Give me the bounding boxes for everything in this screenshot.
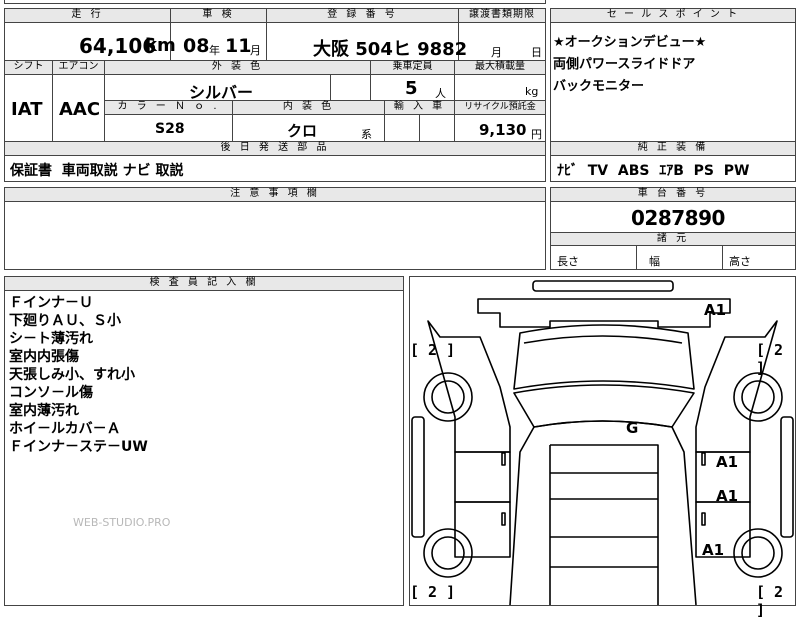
- damage-a1-top: A1: [704, 301, 727, 319]
- later-parts-value: 保証書 車両取説 ナビ 取説: [10, 163, 184, 179]
- max-load-header: 最大積載量: [455, 61, 545, 75]
- plate-value: 大阪 504ヒ 9882: [313, 39, 468, 60]
- inspector-note-3: シ－ト薄汚れ: [9, 331, 93, 347]
- chassis-value: 0287890: [631, 206, 725, 230]
- inspector-note-5: 天張しみ小、すれ小: [9, 367, 135, 383]
- inspection-header: 車 検: [171, 9, 267, 23]
- dims-width: 幅: [637, 246, 723, 269]
- damage-g: G: [626, 419, 639, 437]
- inspector-notes-header: 検 査 員 記 入 欄: [5, 277, 403, 291]
- int-color-cell: クロ 系: [233, 115, 385, 141]
- inspector-note-7: 室内薄汚れ: [9, 403, 79, 419]
- sales-point-2: 両側パワースライドドア: [553, 57, 696, 72]
- color-no-value: S28: [155, 121, 185, 137]
- dims-width-label: 幅: [649, 255, 660, 268]
- ext-color-header: 外 装 色: [105, 61, 371, 75]
- ac-value: AAC: [59, 99, 101, 120]
- recycle-unit: 円: [531, 128, 542, 141]
- shift-cell: IAT: [5, 75, 53, 141]
- notice-header: 注 意 事 項 欄: [5, 188, 545, 202]
- transfer-day: 日: [531, 46, 542, 59]
- top-strip: [4, 0, 546, 4]
- shift-value: IAT: [11, 99, 43, 120]
- inspection-month-unit: 月: [250, 44, 261, 57]
- inspection-cell: 08 年 11 月: [171, 23, 267, 61]
- max-load-unit: kg: [525, 85, 539, 98]
- sales-point-3: バックモニター: [553, 79, 645, 94]
- standard-equipment-header: 純 正 装 備: [551, 142, 795, 156]
- recycle-header: リサイクル預託金: [455, 101, 545, 115]
- plate-header: 登 録 番 号: [267, 9, 459, 23]
- int-color-value: クロ: [287, 122, 318, 140]
- sales-point-box: セ ー ル ス ポ イ ン ト ★オークションデビュー★ 両側パワースライドドア…: [550, 8, 796, 142]
- ext-color-value: シルバー: [189, 83, 254, 102]
- inspector-note-4: 室内内張傷: [9, 349, 79, 365]
- chassis-box: 車 台 番 号 0287890 諸 元 長さ 幅 高さ: [550, 187, 796, 270]
- color-no-header: カ ラ ー Ｎ ｏ .: [105, 101, 233, 115]
- chassis-header: 車 台 番 号: [551, 188, 795, 202]
- ac-cell: AAC: [53, 75, 105, 141]
- int-color-header: 内 装 色: [233, 101, 385, 115]
- sales-point-header: セ ー ル ス ポ イ ン ト: [551, 9, 795, 23]
- inspection-month: 11: [225, 35, 252, 57]
- recycle-cell: 9,130 円: [455, 115, 545, 141]
- ext-color-cell: シルバー: [105, 75, 331, 102]
- watermark: WEB-STUDIO.PRO: [73, 516, 171, 529]
- vehicle-info-table: 走 行 車 検 登 録 番 号 譲渡書類期限 64,106 km 08 年 11…: [4, 8, 546, 142]
- int-color-unit: 系: [361, 128, 372, 141]
- standard-equipment-value: ﾅﾋﾞ TV ABS ｴｱB PS PW: [557, 163, 750, 179]
- import-cell-b: [420, 115, 455, 141]
- standard-equipment-box: 純 正 装 備 ﾅﾋﾞ TV ABS ｴｱB PS PW: [550, 142, 796, 182]
- sales-point-1: ★オークションデビュー★: [553, 35, 707, 50]
- ext-color-extra-cell: [331, 75, 371, 101]
- bracket-top-right: [ 2 ]: [756, 341, 784, 377]
- car-diagram-box: A1 G A1 A1 A1 [ 2 ] [ 2 ] [ 2 ] [ 2 ]: [409, 276, 796, 619]
- later-parts-box: 後 日 発 送 部 品 保証書 車両取説 ナビ 取説: [4, 142, 546, 182]
- bracket-bottom-right: [ 2 ]: [756, 583, 784, 619]
- dims-length: 長さ: [551, 246, 637, 269]
- recycle-value: 9,130: [479, 121, 527, 139]
- dims-height: 高さ: [723, 246, 795, 269]
- capacity-unit: 人: [435, 87, 446, 100]
- capacity-header: 乗車定員: [371, 61, 455, 75]
- max-load-cell: kg: [455, 75, 545, 101]
- mileage-header: 走 行: [5, 9, 171, 23]
- import-cell-a: [385, 115, 420, 141]
- notice-box: 注 意 事 項 欄: [4, 187, 546, 270]
- transfer-month: 月: [491, 46, 502, 59]
- bracket-bottom-left: [ 2 ]: [410, 583, 456, 601]
- plate-cell: 大阪 504ヒ 9882: [267, 23, 467, 61]
- car-outline-diagram: [411, 280, 794, 605]
- color-no-cell: S28: [105, 115, 233, 141]
- import-header: 輸 入 車: [385, 101, 455, 115]
- ac-header: エアコン: [53, 61, 105, 75]
- bracket-top-left: [ 2 ]: [410, 341, 456, 359]
- damage-a1-bottom: A1: [702, 541, 725, 559]
- dims-height-label: 高さ: [729, 255, 751, 268]
- dims-header: 諸 元: [551, 232, 795, 246]
- dims-length-label: 長さ: [557, 255, 579, 268]
- capacity-cell: 5 人: [371, 75, 455, 101]
- inspection-year-unit: 年: [209, 44, 220, 57]
- inspector-note-8: ホイ－ルカバ－Ａ: [9, 421, 121, 437]
- inspector-note-2: 下廻りＡＵ、Ｓ小: [9, 313, 121, 329]
- inspection-year: 08: [183, 35, 210, 57]
- inspector-note-6: コンソ－ル傷: [9, 385, 93, 401]
- transfer-header: 譲渡書類期限: [459, 9, 545, 23]
- damage-a1-mid1: A1: [716, 453, 739, 471]
- inspector-note-9: Ｆインナ－ステ－UW: [9, 439, 148, 455]
- shift-header: シフト: [5, 61, 53, 75]
- transfer-cell: 月 日: [459, 23, 545, 61]
- damage-a1-mid2: A1: [716, 487, 739, 505]
- mileage-cell: 64,106 km: [5, 23, 176, 61]
- later-parts-header: 後 日 発 送 部 品: [5, 142, 545, 156]
- inspector-note-1: Ｆインナ－Ｕ: [9, 295, 93, 311]
- inspector-notes-box: 検 査 員 記 入 欄 Ｆインナ－Ｕ 下廻りＡＵ、Ｓ小 シ－ト薄汚れ 室内内張傷…: [4, 276, 404, 606]
- capacity-value: 5: [405, 78, 418, 99]
